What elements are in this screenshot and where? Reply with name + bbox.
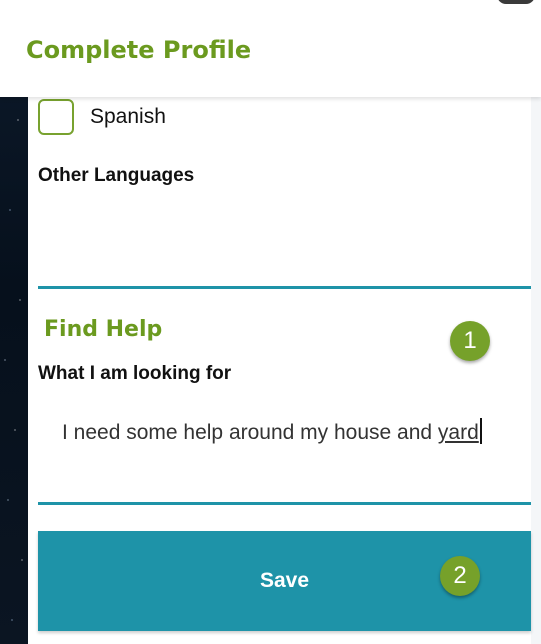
other-languages-underline xyxy=(38,286,531,289)
other-languages-label: Other Languages xyxy=(38,165,195,186)
text-cursor xyxy=(479,418,482,444)
looking-for-text: I need some help around my house and xyxy=(62,421,438,444)
looking-for-text-underlined: yard xyxy=(437,421,479,444)
other-languages-input[interactable] xyxy=(38,207,535,279)
app-header: Complete Profile xyxy=(0,0,541,97)
spanish-checkbox[interactable] xyxy=(38,99,74,135)
looking-for-label: What I am looking for xyxy=(38,363,232,384)
looking-for-textarea[interactable]: I need some help around my house and yar… xyxy=(62,417,512,487)
callout-badge-2: 2 xyxy=(440,556,480,596)
status-indicator xyxy=(497,0,535,4)
find-help-heading: Find Help xyxy=(44,317,163,342)
looking-for-underline xyxy=(38,502,531,505)
spanish-checkbox-label[interactable]: Spanish xyxy=(90,105,166,129)
page-title: Complete Profile xyxy=(26,36,252,64)
profile-form: Spanish Other Languages Find Help 1 What… xyxy=(28,97,535,644)
callout-badge-1: 1 xyxy=(450,321,490,361)
